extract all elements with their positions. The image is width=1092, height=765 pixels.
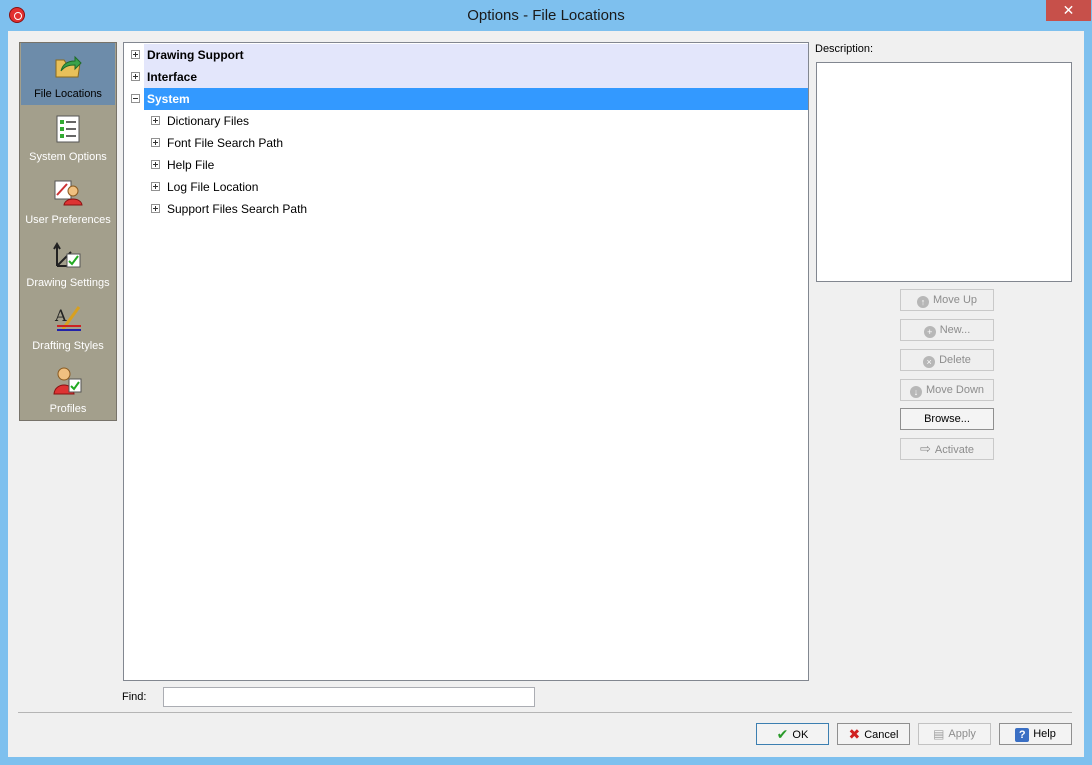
category-label: Profiles — [49, 403, 87, 415]
move-down-button[interactable]: ↓ Move Down — [900, 379, 994, 401]
category-file-locations[interactable]: File Locations — [21, 43, 115, 105]
tree-node-label: Dictionary Files — [167, 114, 250, 128]
delete-x-icon: × — [923, 356, 936, 368]
tree-node-label: Font File Search Path — [167, 136, 284, 150]
help-label: Help — [1033, 728, 1056, 740]
expand-plus-icon[interactable] — [151, 204, 160, 213]
new-label: New... — [939, 324, 971, 336]
arrow-right-icon: ⇨ — [919, 441, 931, 456]
ok-button[interactable]: ✔ OK — [756, 723, 829, 745]
apply-icon: ▤ — [933, 727, 945, 741]
category-label: User Preferences — [25, 214, 111, 226]
tree-node-label: Interface — [147, 70, 198, 84]
new-button[interactable]: + New... — [900, 319, 994, 341]
category-user-preferences[interactable]: User Preferences — [21, 169, 115, 231]
help-question-icon: ? — [1015, 728, 1030, 742]
close-button[interactable]: ✕ — [1046, 0, 1091, 21]
drafting-styles-icon: A — [54, 306, 81, 331]
delete-button[interactable]: × Delete — [900, 349, 994, 371]
activate-button[interactable]: ⇨ Activate — [900, 438, 994, 460]
move-down-label: Move Down — [925, 384, 985, 396]
tree-node-label: Log File Location — [167, 180, 259, 194]
cancel-x-icon: ✖ — [848, 726, 861, 742]
plus-icon: + — [923, 326, 936, 338]
delete-label: Delete — [939, 354, 971, 366]
browse-button[interactable]: Browse... — [900, 408, 994, 430]
move-up-button[interactable]: ↑ Move Up — [900, 289, 994, 311]
tree-node-label: Help File — [167, 158, 215, 172]
expand-plus-icon[interactable] — [151, 182, 160, 191]
expand-plus-icon[interactable] — [131, 72, 140, 81]
apply-label: Apply — [948, 728, 976, 740]
ok-label: OK — [792, 729, 809, 741]
arrow-up-icon: ↑ — [916, 296, 929, 308]
cancel-button[interactable]: ✖ Cancel — [837, 723, 910, 745]
checkmark-icon: ✔ — [776, 726, 789, 742]
tree-node-label: Support Files Search Path — [167, 202, 308, 216]
category-label: System Options — [29, 151, 107, 163]
dialog-client-area: File Locations System Options User Prefe… — [8, 31, 1084, 757]
expand-plus-icon[interactable] — [151, 160, 160, 169]
description-label: Description: — [815, 43, 874, 55]
checklist-icon — [56, 115, 80, 143]
title-bar[interactable]: Options - File Locations ✕ — [0, 0, 1092, 31]
category-label: File Locations — [34, 88, 102, 100]
user-preferences-icon — [54, 180, 83, 206]
expand-plus-icon[interactable] — [151, 116, 160, 125]
tree-node-drawing-support[interactable]: Drawing Support — [144, 44, 808, 66]
tree-node-interface[interactable]: Interface — [144, 66, 808, 88]
activate-label: Activate — [934, 444, 975, 456]
options-dialog-window: Options - File Locations ✕ File Location… — [0, 0, 1092, 765]
description-box — [816, 62, 1072, 282]
tree-node-label: System — [147, 92, 190, 106]
file-locations-tree[interactable]: SOFTP Drawing Support Interface System D… — [123, 42, 809, 681]
find-input[interactable] — [163, 687, 535, 707]
profiles-icon — [53, 367, 82, 395]
category-drafting-styles[interactable]: A Drafting Styles — [21, 295, 115, 357]
collapse-minus-icon[interactable] — [131, 94, 140, 103]
category-profiles[interactable]: Profiles — [21, 358, 115, 420]
category-label: Drafting Styles — [32, 340, 104, 352]
category-system-options[interactable]: System Options — [21, 106, 115, 168]
move-up-label: Move Up — [932, 294, 978, 306]
category-drawing-settings[interactable]: Drawing Settings — [21, 232, 115, 294]
tree-node-system[interactable]: System — [144, 88, 808, 110]
help-button[interactable]: ? Help — [999, 723, 1072, 745]
category-sidebar: File Locations System Options User Prefe… — [19, 42, 117, 421]
window-title: Options - File Locations — [467, 7, 625, 24]
expand-plus-icon[interactable] — [131, 50, 140, 59]
category-label: Drawing Settings — [26, 277, 110, 289]
drawing-settings-icon — [53, 242, 81, 268]
arrow-down-icon: ↓ — [909, 386, 922, 398]
cancel-label: Cancel — [864, 729, 899, 741]
footer-separator — [18, 712, 1072, 713]
svg-text:A: A — [54, 306, 67, 325]
tree-node-label: Drawing Support — [147, 48, 244, 62]
find-label: Find: — [122, 691, 147, 703]
folder-arrow-icon — [55, 55, 82, 78]
apply-button[interactable]: ▤ Apply — [918, 723, 991, 745]
expand-plus-icon[interactable] — [151, 138, 160, 147]
